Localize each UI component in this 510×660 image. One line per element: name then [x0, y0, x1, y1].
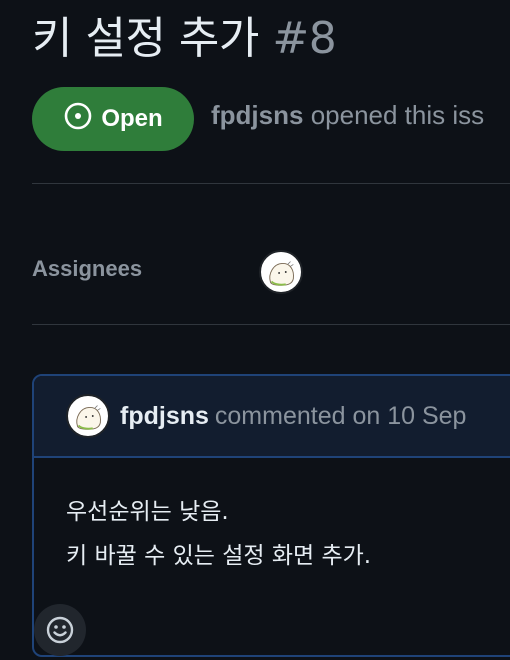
comment-line: 키 바꿀 수 있는 설정 화면 추가. [66, 543, 372, 569]
comment-box: fpdjsns commented on 10 Sep 우선순위는 낮음. 키 … [32, 374, 510, 657]
add-reaction-button[interactable] [34, 604, 86, 656]
comment-line: 우선순위는 낮음. [66, 499, 229, 525]
comment-meta[interactable]: commented on 10 Sep [215, 402, 467, 431]
divider [32, 324, 510, 325]
issue-title: 키 설정 추가 #8 [32, 8, 337, 70]
issue-title-text: 키 설정 추가 [32, 13, 259, 64]
comment-header: fpdjsns commented on 10 Sep [34, 376, 510, 458]
issue-state-badge: Open [32, 87, 194, 151]
avatar-image [262, 253, 300, 291]
issue-opened-text: opened this iss [310, 100, 485, 130]
divider [32, 183, 510, 184]
issue-author-link[interactable]: fpdjsns [211, 100, 303, 130]
avatar-image [69, 397, 107, 435]
comment-avatar[interactable] [66, 394, 110, 438]
issue-opened-icon [63, 101, 93, 138]
issue-state-label: Open [101, 105, 163, 132]
comment-author[interactable]: fpdjsns [120, 402, 209, 431]
issue-meta: fpdjsns opened this iss [211, 100, 484, 131]
assignee-avatar[interactable] [259, 250, 303, 294]
comment-body: 우선순위는 낮음. 키 바꿀 수 있는 설정 화면 추가. [34, 458, 510, 578]
issue-number: #8 [272, 13, 337, 64]
assignees-label[interactable]: Assignees [32, 256, 142, 282]
smiley-icon [46, 616, 74, 644]
